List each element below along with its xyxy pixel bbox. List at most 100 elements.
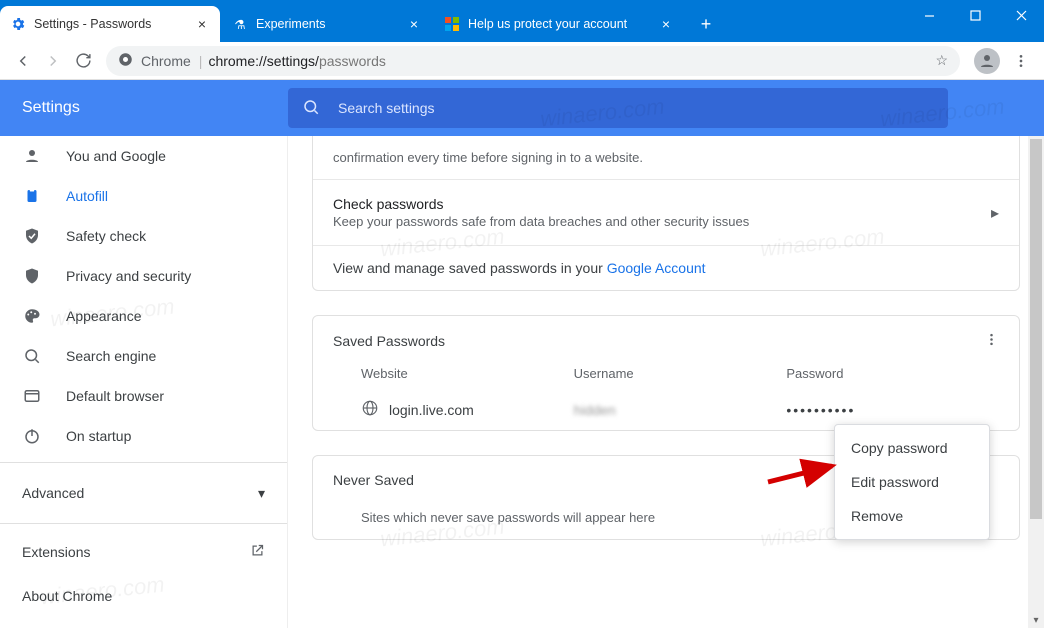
clipboard-icon [22,187,42,205]
back-button[interactable] [8,46,38,76]
url-host: chrome://settings/ [208,53,319,69]
sidebar-item-label: On startup [66,428,131,444]
search-icon [302,98,320,119]
sidebar-item-label: Extensions [22,544,90,560]
gear-icon [10,16,26,32]
search-placeholder: Search settings [338,100,435,116]
divider [0,462,287,463]
url-scheme: Chrome [141,53,191,69]
table-header: Website Username Password [313,358,1019,389]
sidebar-item-default-browser[interactable]: Default browser [0,376,287,416]
sidebar-item-label: You and Google [66,148,166,164]
google-account-link[interactable]: Google Account [607,260,706,276]
col-password: Password [786,366,999,381]
scrollbar-thumb[interactable] [1030,139,1042,519]
window-controls [906,0,1044,30]
sidebar-item-label: Safety check [66,228,146,244]
menu-remove[interactable]: Remove [835,499,989,533]
sidebar-item-on-startup[interactable]: On startup [0,416,287,456]
chevron-down-icon: ▾ [258,485,265,502]
url-path: passwords [319,53,386,69]
sidebar-extensions[interactable]: Extensions [0,530,287,574]
flask-icon: ⚗ [232,16,248,32]
browser-tab-active[interactable]: Settings - Passwords × [0,6,220,42]
external-link-icon [250,543,265,561]
tab-strip: Settings - Passwords × ⚗ Experiments × H… [0,6,720,42]
globe-icon [361,399,379,420]
page-title: Settings [0,99,288,117]
view-manage-text: View and manage saved passwords in your … [313,246,1019,290]
tab-title: Help us protect your account [468,17,658,31]
forward-button[interactable] [38,46,68,76]
sidebar-item-label: Search engine [66,348,156,364]
window-close-button[interactable] [998,0,1044,30]
col-username: Username [574,366,787,381]
menu-copy-password[interactable]: Copy password [835,431,989,465]
browser-toolbar: Chrome | chrome://settings/passwords ☆ [0,42,1044,80]
close-icon[interactable]: × [406,16,422,32]
profile-avatar[interactable] [974,48,1000,74]
reload-button[interactable] [68,46,98,76]
window-titlebar: Settings - Passwords × ⚗ Experiments × H… [0,0,1044,42]
sidebar-item-you-and-google[interactable]: You and Google [0,136,287,176]
section-title: Saved Passwords [333,333,445,349]
sidebar-item-autofill[interactable]: Autofill [0,176,287,216]
tab-title: Settings - Passwords [34,17,194,31]
menu-edit-password[interactable]: Edit password [835,465,989,499]
scroll-down-icon[interactable]: ▾ [1028,612,1044,628]
ms-icon [444,16,460,32]
sidebar-item-label: About Chrome [22,588,112,604]
text: confirmation every time before signing i… [333,150,643,165]
password-value: •••••••••• [786,402,999,418]
sidebar-item-safety-check[interactable]: Safety check [0,216,287,256]
sidebar-item-label: Advanced [22,485,84,501]
close-icon[interactable]: × [658,16,674,32]
shield-icon [22,267,42,285]
scrollbar-vertical[interactable]: ▴ ▾ [1028,136,1044,628]
browser-icon [22,387,42,405]
person-icon [22,147,42,165]
check-passwords-row[interactable]: Check passwords Keep your passwords safe… [313,180,1019,245]
sidebar-item-label: Privacy and security [66,268,191,284]
annotation-arrow [764,452,844,492]
sidebar-item-search-engine[interactable]: Search engine [0,336,287,376]
url-separator: | [199,53,203,69]
maximize-button[interactable] [952,0,998,30]
col-website: Website [361,366,574,381]
divider [0,523,287,524]
saved-passwords-card: Saved Passwords Website Username Passwor… [312,315,1020,431]
address-bar[interactable]: Chrome | chrome://settings/passwords ☆ [106,46,960,76]
minimize-button[interactable] [906,0,952,30]
kebab-menu-icon[interactable] [1006,46,1036,76]
sidebar-item-label: Default browser [66,388,164,404]
tab-title: Experiments [256,17,406,31]
row-desc: Keep your passwords safe from data breac… [333,214,991,229]
kebab-menu-icon[interactable] [984,332,999,350]
sidebar-advanced[interactable]: Advanced ▾ [0,469,287,517]
close-icon[interactable]: × [194,16,210,32]
settings-sidebar: You and Google Autofill Safety check Pri… [0,136,288,628]
sidebar-item-label: Autofill [66,188,108,204]
offer-save-desc: confirmation every time before signing i… [313,136,1019,179]
text: View and manage saved passwords in your [333,260,607,276]
sidebar-about-chrome[interactable]: About Chrome [0,574,287,618]
browser-tab[interactable]: ⚗ Experiments × [222,6,432,42]
browser-tab[interactable]: Help us protect your account × [434,6,684,42]
username-value: hidden [574,402,787,418]
sidebar-item-privacy[interactable]: Privacy and security [0,256,287,296]
new-tab-button[interactable]: + [692,10,720,38]
row-title: Check passwords [333,196,991,212]
shield-check-icon [22,227,42,245]
chrome-icon [118,52,133,70]
sidebar-item-appearance[interactable]: Appearance [0,296,287,336]
palette-icon [22,307,42,325]
site-name: login.live.com [389,402,474,418]
section-title: Never Saved [333,472,414,488]
settings-main: confirmation every time before signing i… [288,136,1044,628]
chevron-right-icon: ▸ [991,203,999,223]
bookmark-star-icon[interactable]: ☆ [935,52,948,69]
power-icon [22,427,42,445]
settings-header: Settings Search settings [0,80,1044,136]
search-settings-input[interactable]: Search settings [288,88,948,128]
settings-workspace: You and Google Autofill Safety check Pri… [0,136,1044,628]
